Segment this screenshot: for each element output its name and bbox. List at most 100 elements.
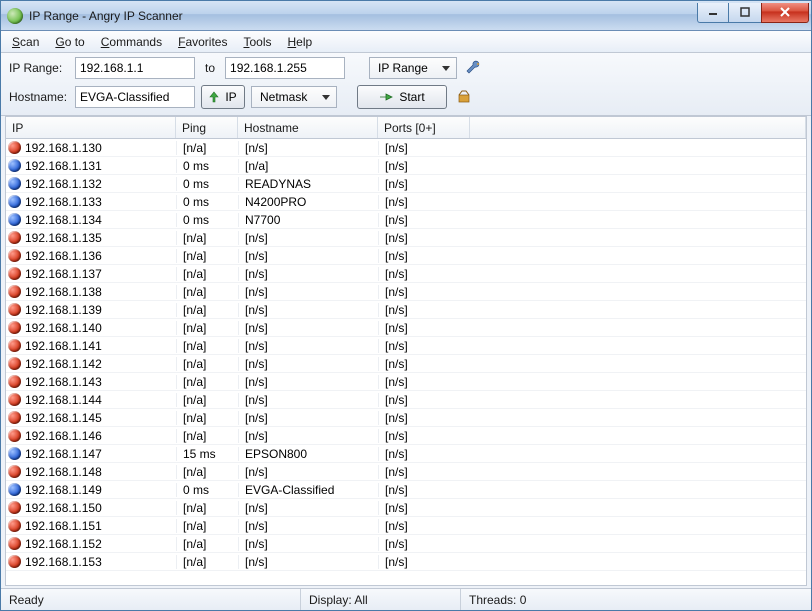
cell-ping: [n/a] [176,285,238,299]
cell-ports: [n/s] [378,321,470,335]
cell-hostname: N4200PRO [238,195,378,209]
cell-ip: 192.168.1.153 [25,555,102,569]
table-row[interactable]: 192.168.1.140[n/a][n/s][n/s] [6,319,806,337]
cell-ip: 192.168.1.139 [25,303,102,317]
table-row[interactable]: 192.168.1.151[n/a][n/s][n/s] [6,517,806,535]
to-label: to [201,61,219,75]
ip-from-input[interactable] [75,57,195,79]
cell-ip: 192.168.1.140 [25,321,102,335]
cell-ping: [n/a] [176,339,238,353]
table-row[interactable]: 192.168.1.153[n/a][n/s][n/s] [6,553,806,571]
cell-ping: [n/a] [176,303,238,317]
cell-ping: [n/a] [176,555,238,569]
cell-ports: [n/s] [378,249,470,263]
cell-ping: [n/a] [176,141,238,155]
status-orb-icon [8,339,21,352]
cell-ports: [n/s] [378,285,470,299]
status-orb-icon [8,375,21,388]
col-ports[interactable]: Ports [0+] [378,117,470,138]
cell-ping: [n/a] [176,321,238,335]
col-ip[interactable]: IP [6,117,176,138]
close-button[interactable] [761,3,809,23]
menu-goto[interactable]: Go to [48,33,91,51]
table-row[interactable]: 192.168.1.146[n/a][n/s][n/s] [6,427,806,445]
cell-ping: [n/a] [176,357,238,371]
cell-hostname: EVGA-Classified [238,483,378,497]
status-orb-icon [8,411,21,424]
table-row[interactable]: 192.168.1.143[n/a][n/s][n/s] [6,373,806,391]
table-row[interactable]: 192.168.1.135[n/a][n/s][n/s] [6,229,806,247]
cell-ping: [n/a] [176,501,238,515]
maximize-icon [740,7,750,17]
maximize-button[interactable] [729,3,761,23]
menu-favorites[interactable]: Favorites [171,33,234,51]
table-row[interactable]: 192.168.1.138[n/a][n/s][n/s] [6,283,806,301]
table-row[interactable]: 192.168.1.145[n/a][n/s][n/s] [6,409,806,427]
table-row[interactable]: 192.168.1.148[n/a][n/s][n/s] [6,463,806,481]
table-row[interactable]: 192.168.1.130[n/a][n/s][n/s] [6,139,806,157]
menu-tools[interactable]: Tools [236,33,278,51]
ip-lookup-button[interactable]: IP [201,85,245,109]
table-row[interactable]: 192.168.1.141[n/a][n/s][n/s] [6,337,806,355]
status-orb-icon [8,303,21,316]
netmask-combo[interactable]: Netmask [251,86,337,108]
table-row[interactable]: 192.168.1.14715 msEPSON800[n/s] [6,445,806,463]
ip-to-input[interactable] [225,57,345,79]
menu-help[interactable]: Help [280,33,319,51]
close-icon [779,7,791,17]
menu-commands[interactable]: Commands [94,33,169,51]
titlebar[interactable]: IP Range - Angry IP Scanner [1,1,811,31]
status-orb-icon [8,501,21,514]
table-row[interactable]: 192.168.1.136[n/a][n/s][n/s] [6,247,806,265]
table-row[interactable]: 192.168.1.149 0 msEVGA-Classified[n/s] [6,481,806,499]
cell-hostname: [n/s] [238,231,378,245]
table-row[interactable]: 192.168.1.1320 msREADYNAS[n/s] [6,175,806,193]
cell-ping: [n/a] [176,519,238,533]
cell-ports: [n/s] [378,411,470,425]
status-orb-icon [8,249,21,262]
start-button[interactable]: Start [357,85,447,109]
app-window: IP Range - Angry IP Scanner ScanGo toCom… [0,0,812,611]
ip-button-label: IP [225,90,236,104]
netmask-label: Netmask [260,90,307,104]
minimize-button[interactable] [697,3,729,23]
table-row[interactable]: 192.168.1.1310 ms[n/a][n/s] [6,157,806,175]
status-orb-icon [8,447,21,460]
status-orb-icon [8,231,21,244]
cell-ports: [n/s] [378,555,470,569]
table-row[interactable]: 192.168.1.137[n/a][n/s][n/s] [6,265,806,283]
table-row[interactable]: 192.168.1.139[n/a][n/s][n/s] [6,301,806,319]
table-row[interactable]: 192.168.1.1340 msN7700[n/s] [6,211,806,229]
cell-ports: [n/s] [378,357,470,371]
cell-ping: 0 ms [176,213,238,227]
range-type-combo[interactable]: IP Range [369,57,457,79]
cell-ports: [n/s] [378,231,470,245]
table-row[interactable]: 192.168.1.152[n/a][n/s][n/s] [6,535,806,553]
col-ping[interactable]: Ping [176,117,238,138]
cell-hostname: [n/s] [238,411,378,425]
col-hostname[interactable]: Hostname [238,117,378,138]
results-table: IP Ping Hostname Ports [0+] 192.168.1.13… [5,116,807,586]
cell-ping: 15 ms [176,447,238,461]
cell-ports: [n/s] [378,465,470,479]
status-orb-icon [8,159,21,172]
table-row[interactable]: 192.168.1.150[n/a][n/s][n/s] [6,499,806,517]
table-row[interactable]: 192.168.1.1330 msN4200PRO[n/s] [6,193,806,211]
table-row[interactable]: 192.168.1.144[n/a][n/s][n/s] [6,391,806,409]
cell-hostname: [n/s] [238,555,378,569]
cell-ports: [n/s] [378,483,470,497]
cell-ip: 192.168.1.149 [25,483,102,497]
cell-ports: [n/s] [378,447,470,461]
table-row[interactable]: 192.168.1.142[n/a][n/s][n/s] [6,355,806,373]
status-orb-icon [8,195,21,208]
table-body[interactable]: 192.168.1.130[n/a][n/s][n/s]192.168.1.13… [6,139,806,585]
stop-button[interactable] [453,86,475,108]
settings-button[interactable] [463,57,485,79]
status-orb-icon [8,483,21,496]
menu-scan[interactable]: Scan [5,33,46,51]
cell-hostname: [n/s] [238,339,378,353]
cell-hostname: [n/s] [238,321,378,335]
cell-hostname: [n/s] [238,303,378,317]
cell-ping: 0 ms [176,483,238,497]
hostname-input[interactable] [75,86,195,108]
